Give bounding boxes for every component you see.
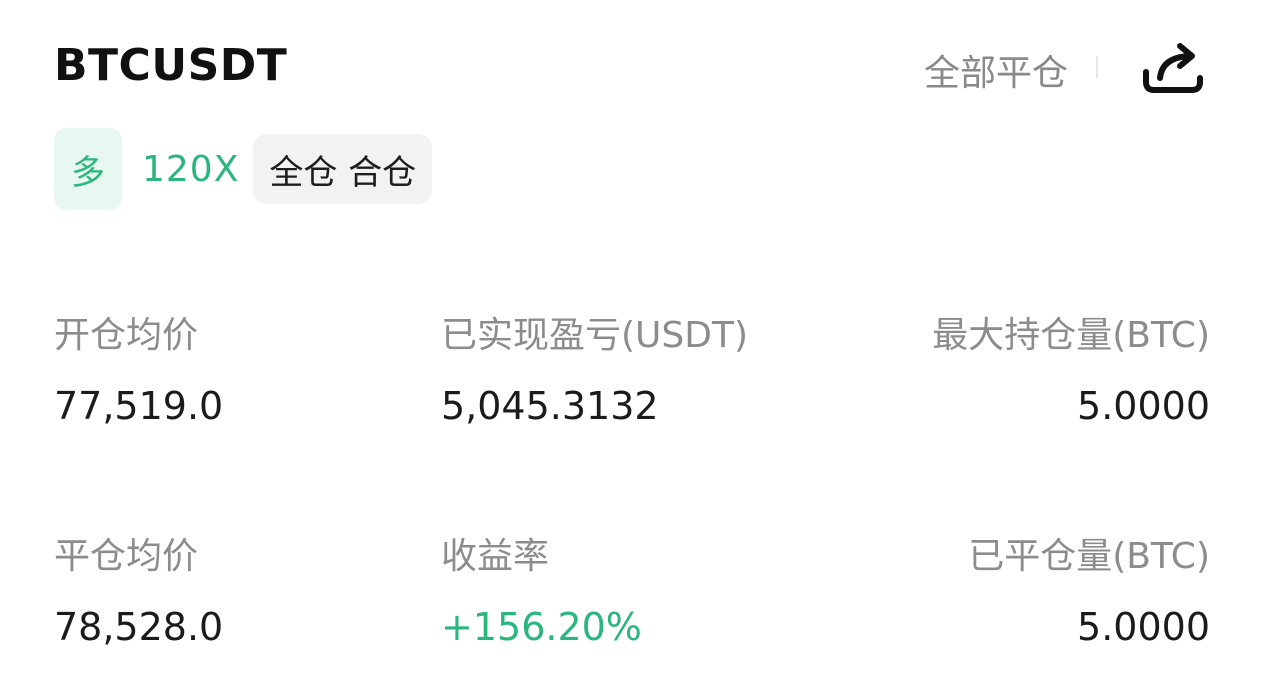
symbol-title: BTCUSDT [54,40,288,91]
stat-value: 5.0000 [1077,605,1210,649]
header-divider [1096,56,1098,78]
stat-max-position: 最大持仓量(BTC) 5.0000 [932,306,1210,428]
stat-value: 77,519.0 [54,384,224,428]
card-header: BTCUSDT 全部平仓 [54,36,1204,100]
stat-value: +156.20% [441,605,642,649]
stat-roi: 收益率 +156.20% [441,527,642,649]
margin-mode-badge: 全仓 合仓 [253,134,433,204]
close-all-button[interactable]: 全部平仓 [924,44,1068,96]
share-icon [1143,43,1203,93]
stat-close-avg-price: 平仓均价 78,528.0 [54,527,223,649]
stat-label: 已平仓量(BTC) [968,536,1210,577]
stat-label: 收益率 [441,536,550,577]
stat-closed-position: 已平仓量(BTC) 5.0000 [968,527,1210,649]
stat-value: 78,528.0 [54,605,224,649]
side-badge: 多 [54,128,122,210]
stat-label: 已实现盈亏(USDT) [441,315,749,356]
stat-value: 5,045.3132 [441,384,659,428]
share-button[interactable] [1140,36,1204,100]
leverage-label: 120X [142,148,240,190]
stat-open-avg-price: 开仓均价 77,519.0 [54,306,223,428]
stat-label: 平仓均价 [54,536,199,577]
stat-realized-pnl: 已实现盈亏(USDT) 5,045.3132 [441,306,748,428]
stat-label: 开仓均价 [54,315,199,356]
stat-label: 最大持仓量(BTC) [932,315,1210,356]
stat-value: 5.0000 [1077,384,1210,428]
position-tags: 多 120X 全仓 合仓 [54,128,433,210]
position-history-card: BTCUSDT 全部平仓 多 120X 全仓 合仓 开仓均价 77,519.0 … [0,0,1264,673]
